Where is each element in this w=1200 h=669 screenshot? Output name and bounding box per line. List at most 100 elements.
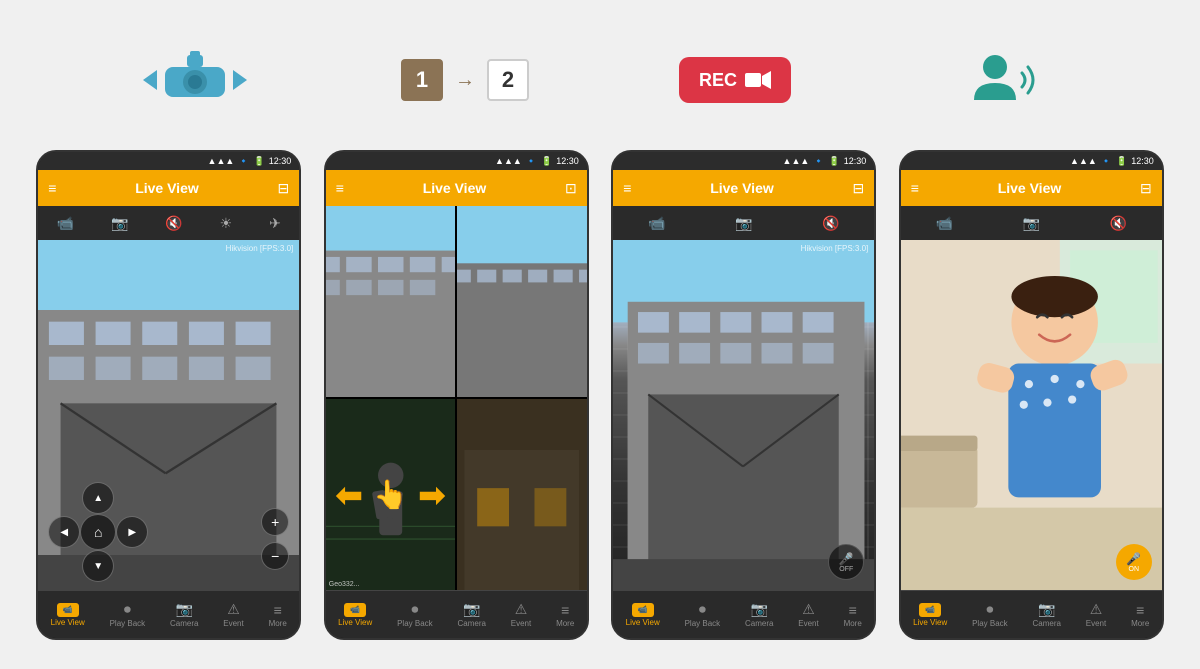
phone4-nav-playback[interactable]: ⏺ Play Back xyxy=(964,597,1016,632)
phone1-layout-icon[interactable]: ⊟ xyxy=(278,180,290,197)
phone1-brightness-icon[interactable]: ☀ xyxy=(220,215,233,232)
phone1-nav-playback-icon: ⏺ xyxy=(124,601,131,618)
badge-1: 1 xyxy=(401,59,443,101)
phone2-nav-event-label: Event xyxy=(511,619,531,628)
phone3-building-svg xyxy=(613,240,874,590)
phone2-nav-event[interactable]: ⚠ Event xyxy=(503,597,539,632)
phone1-ptz-left[interactable]: ◀ xyxy=(48,516,80,548)
phone1-ptz-down[interactable]: ▼ xyxy=(82,550,114,582)
phone4-menu-icon[interactable]: ≡ xyxy=(911,180,919,196)
phone1-ptz-up[interactable]: ▲ xyxy=(82,482,114,514)
phone2-layout-icon[interactable]: ⊡ xyxy=(565,180,577,197)
phone3-nav-more-label: More xyxy=(844,619,862,628)
phone1-menu-icon[interactable]: ≡ xyxy=(48,180,56,196)
recording-feature: REC xyxy=(635,57,835,103)
ptz-camera-feature xyxy=(95,45,295,115)
phone4-mute-icon[interactable]: 🔇 xyxy=(1110,215,1127,232)
phone3-rec-indicator[interactable]: 🎤 OFF xyxy=(828,544,864,580)
phone3-wifi: 🔹 xyxy=(813,156,824,167)
phone1-battery: 🔋 xyxy=(254,156,265,167)
rec-text: REC xyxy=(699,70,737,91)
phone4-nav-event[interactable]: ⚠ Event xyxy=(1078,597,1114,632)
phone2-grid-cell-1[interactable] xyxy=(326,206,456,397)
phone2-menu-icon[interactable]: ≡ xyxy=(336,180,344,196)
phone3-mute-icon[interactable]: 🔇 xyxy=(822,215,839,232)
phone3-nav-event[interactable]: ⚠ Event xyxy=(790,597,826,632)
phone4-wifi: 🔹 xyxy=(1101,156,1112,167)
phone1-ptz-controls: ▲ ◀ ⌂ ▶ ▼ xyxy=(48,482,148,582)
phone4-battery: 🔋 xyxy=(1116,156,1127,167)
phone2-grid-cell-4[interactable] xyxy=(457,399,587,590)
phone2-battery: 🔋 xyxy=(541,156,552,167)
phone2-nav-camera[interactable]: 📷 Camera xyxy=(449,597,493,632)
phone4-top-bar: ≡ Live View ⊟ xyxy=(901,170,1162,206)
phone2-nav-camera-label: Camera xyxy=(457,619,485,628)
phone1-nav-live-view[interactable]: 📹 Live View xyxy=(43,599,93,631)
phone3-nav-live-view[interactable]: 📹 Live View xyxy=(618,599,668,631)
phone2-grid1-svg xyxy=(326,206,456,397)
phone3-snapshot-icon[interactable]: 📷 xyxy=(735,215,752,232)
phone2-grid4-svg xyxy=(457,399,587,590)
phone2-nav-live-view[interactable]: 📹 Live View xyxy=(330,599,380,631)
phone2-nav-live-icon: 📹 xyxy=(344,603,366,617)
phone1-toolbar: 📹 📷 🔇 ☀ ✈ xyxy=(38,206,299,240)
phone1-nav-more-icon: ≡ xyxy=(274,602,282,618)
phone2-nav-live-label: Live View xyxy=(338,618,372,627)
phone4-nav-playback-label: Play Back xyxy=(972,619,1008,628)
phone-4: ▲▲▲ 🔹 🔋 12:30 ≡ Live View ⊟ 📹 📷 🔇 xyxy=(899,150,1164,640)
phone3-video-icon[interactable]: 📹 xyxy=(648,215,665,232)
phone3-nav-live-label: Live View xyxy=(626,618,660,627)
phone1-status-bar: ▲▲▲ 🔹 🔋 12:30 xyxy=(38,152,299,170)
phone1-nav-camera[interactable]: 📷 Camera xyxy=(162,597,206,632)
phone3-signal: ▲▲▲ xyxy=(783,156,810,166)
phone2-nav-more[interactable]: ≡ More xyxy=(548,598,582,632)
phone2-grid-cell-2[interactable] xyxy=(457,206,587,397)
phone1-wifi: 🔹 xyxy=(238,156,249,167)
phone4-content: 🎤 ON xyxy=(901,240,1162,590)
phone1-zoom-in[interactable]: + xyxy=(261,508,289,536)
phone1-nav-event[interactable]: ⚠ Event xyxy=(215,597,251,632)
phone1-nav-more[interactable]: ≡ More xyxy=(261,598,295,632)
phone1-nav-camera-icon: 📷 xyxy=(175,601,192,618)
phone4-layout-icon[interactable]: ⊟ xyxy=(1140,180,1152,197)
phone3-layout-icon[interactable]: ⊟ xyxy=(853,180,865,197)
phone1-nav-playback[interactable]: ⏺ Play Back xyxy=(102,597,154,632)
phone2-bottom-nav: 📹 Live View ⏺ Play Back 📷 Camera ⚠ Event… xyxy=(326,590,587,638)
phone4-nav-camera[interactable]: 📷 Camera xyxy=(1024,597,1068,632)
phone1-mute-icon[interactable]: 🔇 xyxy=(165,215,182,232)
phone2-nav-playback[interactable]: ⏺ Play Back xyxy=(389,597,441,632)
phone1-video-icon[interactable]: 📹 xyxy=(57,215,74,232)
phone4-nav-live-view[interactable]: 📹 Live View xyxy=(905,599,955,631)
phone4-title: Live View xyxy=(998,180,1062,196)
phone2-status-bar: ▲▲▲ 🔹 🔋 12:30 xyxy=(326,152,587,170)
phones-container: ▲▲▲ 🔹 🔋 12:30 ≡ Live View ⊟ 📹 📷 🔇 ☀ ✈ xyxy=(0,150,1200,640)
phone4-mic-on-button[interactable]: 🎤 ON xyxy=(1116,544,1152,580)
phone4-bottom-nav: 📹 Live View ⏺ Play Back 📷 Camera ⚠ Event… xyxy=(901,590,1162,638)
phone2-nav-more-icon: ≡ xyxy=(561,602,569,618)
phone1-snapshot-icon[interactable]: 📷 xyxy=(111,215,128,232)
phone3-menu-icon[interactable]: ≡ xyxy=(623,180,631,196)
phone3-nav-camera[interactable]: 📷 Camera xyxy=(737,597,781,632)
phone2-nav-event-icon: ⚠ xyxy=(515,601,528,618)
phone1-ptz-right[interactable]: ▶ xyxy=(116,516,148,548)
phone1-zoom-out[interactable]: − xyxy=(261,542,289,570)
phone4-signal: ▲▲▲ xyxy=(1070,156,1097,166)
phone1-nav-more-label: More xyxy=(269,619,287,628)
phone2-wifi: 🔹 xyxy=(526,156,537,167)
phone4-nav-more[interactable]: ≡ More xyxy=(1123,598,1157,632)
phone4-video-icon[interactable]: 📹 xyxy=(936,215,953,232)
phone3-nav-live-icon: 📹 xyxy=(632,603,654,617)
phone1-ptz-icon[interactable]: ✈ xyxy=(269,215,281,232)
phone-3: ▲▲▲ 🔹 🔋 12:30 ≡ Live View ⊟ 📹 📷 🔇 xyxy=(611,150,876,640)
badge-2: 2 xyxy=(487,59,529,101)
phone4-time: 12:30 xyxy=(1131,156,1154,166)
phone4-indoor-view xyxy=(901,240,1162,590)
phone2-grid2-svg xyxy=(457,206,587,397)
phone3-nav-more[interactable]: ≡ More xyxy=(836,598,870,632)
phone4-snapshot-icon[interactable]: 📷 xyxy=(1023,215,1040,232)
phone3-nav-event-icon: ⚠ xyxy=(802,601,815,618)
phone3-mic-icon: 🎤 xyxy=(839,552,854,566)
phone3-nav-playback[interactable]: ⏺ Play Back xyxy=(677,597,729,632)
phone2-grid-cell-3[interactable]: ⬅ 👆 ➡ Geo332... xyxy=(326,399,456,590)
phone1-ptz-home[interactable]: ⌂ xyxy=(80,514,116,550)
